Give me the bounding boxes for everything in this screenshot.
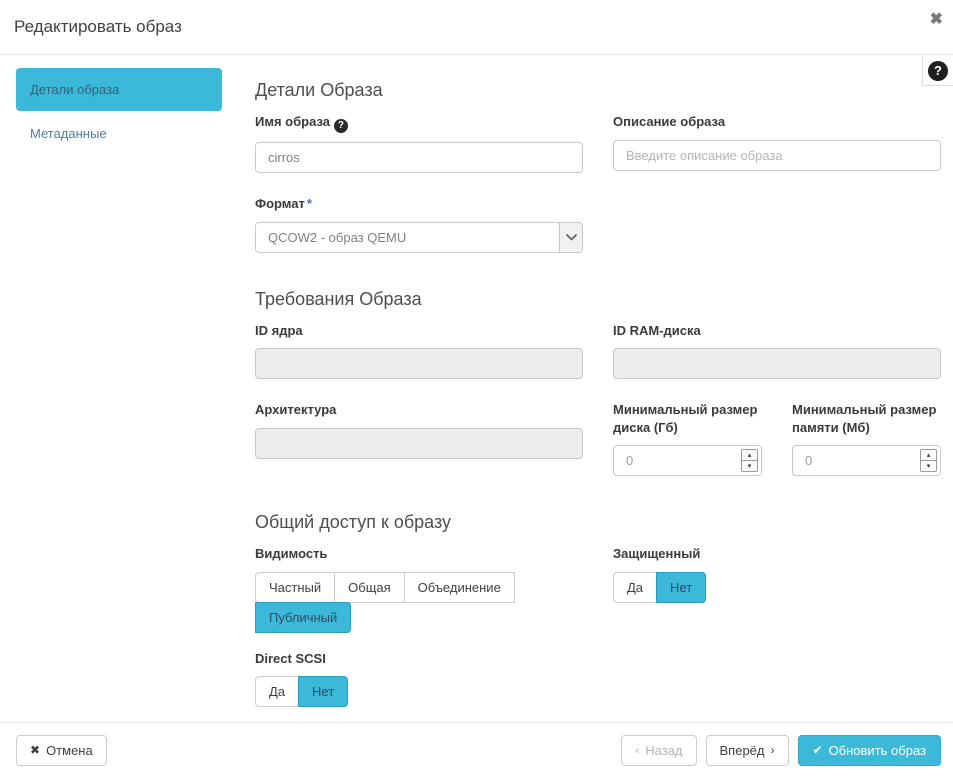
tab-metadata-label: Метаданные	[30, 126, 107, 141]
visibility-option-community[interactable]: Объединение	[404, 572, 515, 603]
chevron-right-icon: ›	[771, 744, 775, 756]
next-button-label: Вперёд	[720, 743, 765, 758]
direct-scsi-option-yes[interactable]: Да	[255, 676, 299, 707]
protected-label: Защищенный	[613, 545, 941, 563]
cancel-x-icon: ✖	[30, 744, 40, 756]
cancel-button-label: Отмена	[46, 743, 93, 758]
format-selected-value: QCOW2 - образ QEMU	[268, 230, 406, 245]
close-icon: ✖	[930, 11, 943, 28]
image-name-label: Имя образа?	[255, 113, 583, 133]
min-ram-input[interactable]	[792, 445, 941, 476]
tab-image-details-label: Детали образа	[30, 82, 119, 97]
kernel-id-input	[255, 348, 583, 379]
dialog-header: Редактировать образ	[0, 0, 953, 55]
name-description-row: Имя образа? Описание образа	[255, 113, 941, 173]
min-disk-spinner-wrap: ▴ ▾	[613, 445, 762, 476]
image-description-field-group: Описание образа	[613, 113, 941, 173]
direct-scsi-toggle-group: Да Нет	[255, 676, 583, 706]
dialog-footer: ✖ Отмена ‹ Назад Вперёд › ✔ Обновить обр…	[0, 722, 953, 777]
details-heading: Детали Образа	[255, 80, 941, 101]
min-disk-field-group: Минимальный размер диска (Гб) ▴ ▾	[613, 401, 762, 476]
required-asterisk: *	[307, 196, 312, 211]
wizard-sidebar: Детали образа Метаданные	[16, 68, 222, 722]
min-disk-stepper: ▴ ▾	[741, 449, 758, 472]
min-ram-increment-button[interactable]: ▴	[921, 450, 936, 461]
kernel-ramdisk-row: ID ядра ID RAM-диска	[255, 322, 941, 380]
footer-actions: ‹ Назад Вперёд › ✔ Обновить образ	[621, 735, 941, 766]
arrow-down-icon: ▾	[927, 463, 931, 470]
min-ram-spinner-wrap: ▴ ▾	[792, 445, 941, 476]
update-image-button-label: Обновить образ	[829, 743, 926, 758]
back-button[interactable]: ‹ Назад	[621, 735, 696, 766]
ramdisk-id-input	[613, 348, 941, 379]
protected-option-no[interactable]: Нет	[656, 572, 706, 603]
image-description-label: Описание образа	[613, 113, 941, 131]
edit-image-dialog: Редактировать образ ✖ ? Детали образа Ме…	[0, 0, 953, 777]
image-name-input[interactable]	[255, 142, 583, 173]
protected-field-group: Защищенный Да Нет	[613, 545, 941, 706]
min-size-subrow: Минимальный размер диска (Гб) ▴ ▾ Минима…	[613, 401, 941, 476]
min-disk-input[interactable]	[613, 445, 762, 476]
chevron-left-icon: ‹	[635, 744, 639, 756]
format-select[interactable]: QCOW2 - образ QEMU	[255, 222, 583, 253]
next-button[interactable]: Вперёд ›	[706, 735, 789, 766]
arrow-up-icon: ▴	[927, 452, 931, 459]
dialog-title: Редактировать образ	[14, 17, 182, 37]
arrow-up-icon: ▴	[748, 452, 752, 459]
visibility-option-shared[interactable]: Общая	[334, 572, 405, 603]
visibility-toggle-group: Частный Общая Объединение Публичный	[255, 572, 527, 632]
ramdisk-id-field-group: ID RAM-диска	[613, 322, 941, 380]
visibility-protected-row: Видимость Частный Общая Объединение Публ…	[255, 545, 941, 706]
help-button[interactable]: ?	[922, 56, 953, 86]
format-row-spacer	[613, 195, 941, 253]
chevron-down-icon	[559, 223, 582, 252]
min-ram-field-group: Минимальный размер памяти (Мб) ▴ ▾	[792, 401, 941, 476]
min-size-group: Минимальный размер диска (Гб) ▴ ▾ Минима…	[613, 401, 941, 476]
format-row: Формат* QCOW2 - образ QEMU	[255, 195, 941, 253]
update-image-button[interactable]: ✔ Обновить образ	[798, 735, 942, 766]
kernel-id-field-group: ID ядра	[255, 322, 583, 380]
dialog-body: Детали образа Метаданные Детали Образа И…	[0, 55, 953, 722]
tab-image-details[interactable]: Детали образа	[16, 68, 222, 111]
form-content: Детали Образа Имя образа? Описание образ…	[255, 68, 941, 722]
close-button[interactable]: ✖	[930, 12, 943, 28]
checkmark-icon: ✔	[813, 744, 823, 756]
architecture-field-group: Архитектура	[255, 401, 583, 476]
min-disk-label: Минимальный размер диска (Гб)	[613, 401, 762, 436]
architecture-minsize-row: Архитектура Минимальный размер диска (Гб…	[255, 401, 941, 476]
back-button-label: Назад	[645, 743, 682, 758]
protected-toggle-group: Да Нет	[613, 572, 941, 602]
ramdisk-id-label: ID RAM-диска	[613, 322, 941, 340]
min-disk-decrement-button[interactable]: ▾	[742, 461, 757, 471]
sharing-heading: Общий доступ к образу	[255, 512, 941, 533]
min-ram-label: Минимальный размер памяти (Мб)	[792, 401, 941, 436]
requirements-heading: Требования Образа	[255, 289, 941, 310]
format-label: Формат*	[255, 195, 583, 213]
min-ram-decrement-button[interactable]: ▾	[921, 461, 936, 471]
tab-metadata[interactable]: Метаданные	[16, 111, 222, 156]
min-ram-stepper: ▴ ▾	[920, 449, 937, 472]
visibility-option-public[interactable]: Публичный	[255, 602, 351, 633]
direct-scsi-field-group: Direct SCSI Да Нет	[255, 650, 583, 707]
direct-scsi-label: Direct SCSI	[255, 650, 583, 668]
image-description-input[interactable]	[613, 140, 941, 171]
cancel-button[interactable]: ✖ Отмена	[16, 735, 107, 766]
format-field-group: Формат* QCOW2 - образ QEMU	[255, 195, 583, 253]
visibility-option-private[interactable]: Частный	[255, 572, 335, 603]
architecture-label: Архитектура	[255, 401, 583, 419]
architecture-input	[255, 428, 583, 459]
arrow-down-icon: ▾	[748, 463, 752, 470]
protected-option-yes[interactable]: Да	[613, 572, 657, 603]
visibility-field-group: Видимость Частный Общая Объединение Публ…	[255, 545, 583, 706]
visibility-label: Видимость	[255, 545, 583, 563]
image-name-field-group: Имя образа?	[255, 113, 583, 173]
min-disk-increment-button[interactable]: ▴	[742, 450, 757, 461]
kernel-id-label: ID ядра	[255, 322, 583, 340]
direct-scsi-option-no[interactable]: Нет	[298, 676, 348, 707]
image-name-help-icon: ?	[334, 119, 348, 133]
help-icon: ?	[928, 61, 948, 81]
